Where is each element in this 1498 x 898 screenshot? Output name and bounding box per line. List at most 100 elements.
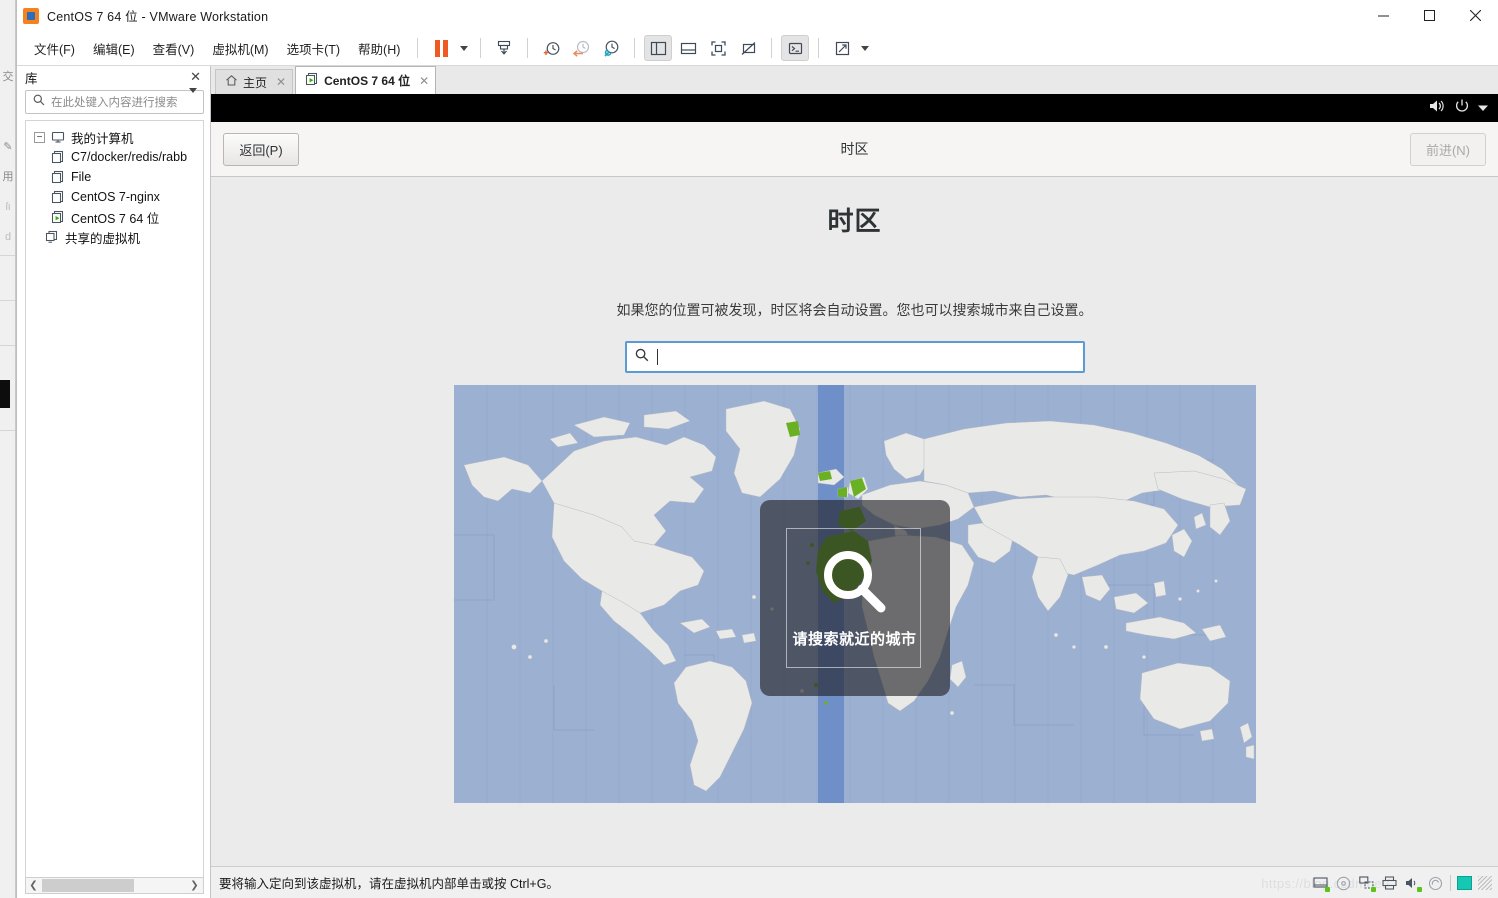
fullscreen-button[interactable] [704,35,732,61]
menu-file[interactable]: 文件(F) [25,34,84,63]
minimize-button[interactable] [1360,0,1406,31]
menu-edit[interactable]: 编辑(E) [84,34,144,63]
tab-home[interactable]: 主页 ✕ [215,69,294,94]
window-controls [1360,0,1498,31]
guest-topbar [211,94,1498,122]
search-city-overlay: 请搜索就近的城市 [759,500,950,696]
next-button[interactable]: 前进(N) [1410,132,1486,166]
unity-button[interactable] [734,35,762,61]
overlay-text: 请搜索就近的城市 [792,631,917,648]
status-message: 要将输入定向到该虚拟机，请在虚拟机内部单击或按 Ctrl+G。 [219,877,559,891]
stretch-button[interactable] [828,35,856,61]
status-cdrom-icon[interactable] [1335,876,1352,891]
status-printer-icon[interactable] [1381,876,1398,891]
status-icons [1312,867,1492,898]
chevron-down-icon[interactable] [1478,99,1488,117]
show-library-button[interactable] [644,35,673,61]
status-usb-icon[interactable] [1427,876,1444,891]
timezone-map[interactable]: .land { fill:#e9e9e7; stroke:#b9bcc4; st… [453,385,1256,803]
home-icon [225,74,238,90]
status-harddisk-icon[interactable] [1312,876,1330,892]
take-snapshot-button[interactable] [537,35,565,61]
manage-snapshots-button[interactable] [597,35,625,61]
panel-left-icon [650,41,666,55]
tab-close-icon[interactable]: ✕ [419,74,429,88]
city-search-input[interactable] [624,341,1085,373]
tree-item-c7-docker[interactable]: C7/docker/redis/rabb [26,147,203,167]
tree-item-label: C7/docker/redis/rabb [71,150,188,164]
revert-snapshot-button[interactable] [567,35,595,61]
window-title: CentOS 7 64 位 - VMware Workstation [47,10,269,24]
tab-close-icon[interactable]: ✕ [276,75,286,89]
guest-screen[interactable]: 返回(P) 时区 前进(N) 时区 如果您的位置可被发现，时区将会自动设置。您也… [211,94,1498,866]
status-separator [1450,875,1451,891]
close-icon[interactable]: ✕ [187,69,204,85]
clock-plus-icon [543,41,560,55]
chevron-down-icon-2 [861,45,870,51]
tree-item-file[interactable]: File [26,167,203,187]
panel-bottom-icon [680,42,696,54]
tree-item-my-computer[interactable]: − 我的计算机 [26,127,203,147]
snapshot-icon [498,40,511,55]
menu-tabs[interactable]: 选项卡(T) [278,34,349,63]
terminal-icon [788,42,802,54]
chevron-down-icon[interactable] [183,88,203,111]
back-button[interactable]: 返回(P) [223,132,299,166]
volume-icon[interactable] [1428,98,1446,119]
sidebar-horizontal-scrollbar[interactable]: ❮ ❯ [25,877,204,894]
menu-help[interactable]: 帮助(H) [349,34,409,63]
menu-view[interactable]: 查看(V) [144,34,204,63]
toolbar-separator-2 [480,38,482,58]
content-area: 主页 ✕ CentOS 7 64 位 ✕ 返回(P) 时区 前进(N) 时区 如… [211,66,1498,898]
console-button[interactable] [781,35,810,61]
pause-icon [434,39,448,57]
background-window-sliver: 交 ✎ 用 ſι d [0,0,16,898]
status-network-icon[interactable] [1358,876,1376,892]
scroll-right-arrow-icon[interactable]: ❯ [187,880,202,891]
installer-header-title: 时区 [840,141,869,157]
resize-grip-icon[interactable] [1478,876,1492,890]
collapse-toggle-icon[interactable]: − [34,131,45,143]
toolbar-separator-4 [634,38,636,58]
vm-icon [50,150,66,164]
scroll-left-arrow-icon[interactable]: ❮ [26,880,41,891]
power-icon[interactable] [1454,98,1470,119]
library-header: 库 ✕ [17,66,210,88]
computer-icon [50,130,66,144]
power-dropdown[interactable] [456,35,472,61]
close-button[interactable] [1452,0,1498,31]
chevron-down-icon [460,45,469,51]
stretch-dropdown[interactable] [857,35,873,61]
vmware-logo-icon [23,7,39,24]
maximize-button[interactable] [1406,0,1452,31]
clock-wrench-icon [604,40,619,57]
page-description: 如果您的位置可被发现，时区将会自动设置。您也可以搜索城市来自己设置。 [616,302,1093,318]
tree-item-label: 我的计算机 [71,131,134,146]
tabbar: 主页 ✕ CentOS 7 64 位 ✕ [211,66,1498,94]
shared-vm-icon [44,230,60,244]
snapshot-manager-button[interactable] [490,35,518,61]
library-search-box[interactable]: 在此处键入内容进行搜索 [25,88,204,114]
tree-item-shared-vms[interactable]: 共享的虚拟机 [26,227,203,247]
page-title: 时区 [827,206,882,236]
titlebar: CentOS 7 64 位 - VMware Workstation [17,0,1498,31]
show-thumbnails-button[interactable] [674,35,702,61]
tree-item-label: File [71,170,92,184]
scrollbar-thumb[interactable] [42,879,134,892]
unity-icon [741,41,756,55]
tab-centos7-64[interactable]: CentOS 7 64 位 ✕ [295,66,437,94]
vm-running-icon [50,210,66,224]
library-tree: − 我的计算机 C7/docker/redis/rabb File CentOS… [25,120,204,877]
tree-item-centos7-nginx[interactable]: CentOS 7-nginx [26,187,203,207]
tree-item-centos7-64[interactable]: CentOS 7 64 位 [26,207,203,227]
vm-icon [50,170,66,184]
status-vm-indicator-icon[interactable] [1457,876,1472,890]
statusbar: 要将输入定向到该虚拟机，请在虚拟机内部单击或按 Ctrl+G。 https://… [211,866,1498,898]
installer-header: 返回(P) 时区 前进(N) [211,122,1498,177]
vm-running-icon [305,72,319,89]
menu-vm[interactable]: 虚拟机(M) [203,34,277,63]
suspend-button[interactable] [427,35,455,61]
status-sound-icon[interactable] [1404,876,1422,892]
toolbar-separator-6 [818,38,820,58]
fullscreen-icon [711,40,726,56]
